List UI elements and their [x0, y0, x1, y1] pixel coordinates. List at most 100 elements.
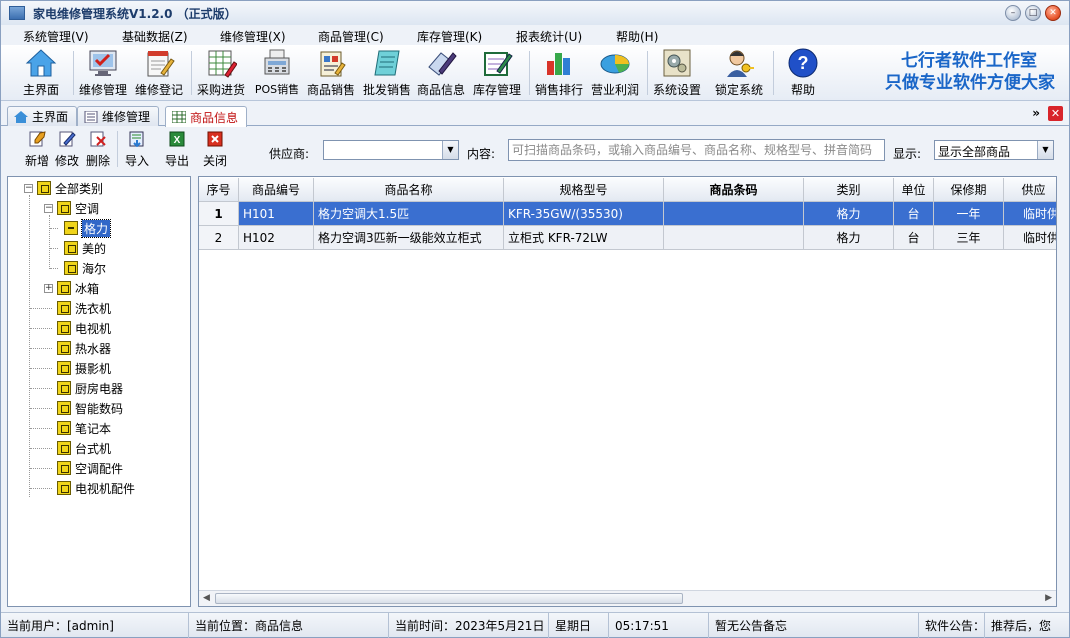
scroll-right-icon[interactable]: ▶ — [1045, 593, 1052, 603]
category-icon — [57, 421, 71, 435]
column-header[interactable]: 规格型号 — [504, 178, 664, 202]
tree-node-desktop[interactable]: 台式机 — [30, 439, 111, 457]
main-toolbar: 主界面 维修管理 维修登记 采购进货 POS销售 商品销售 批发销售 商品信息 … — [1, 45, 1069, 101]
search-input[interactable] — [508, 139, 885, 161]
toolbar-purchase-button[interactable]: 采购进货 — [195, 47, 247, 99]
tree-node-haier[interactable]: 海尔 — [50, 259, 106, 277]
tree-node-aircon-parts[interactable]: 空调配件 — [30, 459, 123, 477]
pen-edit-icon — [425, 47, 457, 79]
category-icon — [64, 241, 78, 255]
menu-reports[interactable]: 报表统计(U) — [512, 28, 586, 45]
toolbar-lock-button[interactable]: 锁定系统 — [713, 47, 765, 99]
toolbar-sales-ranking-button[interactable]: 销售排行 — [533, 47, 585, 99]
minimize-button[interactable]: – — [1005, 5, 1021, 21]
tree-node-kitchen[interactable]: 厨房电器 — [30, 379, 123, 397]
collapse-toggle-icon[interactable]: − — [24, 183, 33, 193]
tree-node-fridge[interactable]: + 冰箱 — [44, 279, 99, 297]
status-notice-label: 软件公告： — [919, 613, 985, 638]
tree-node-camera[interactable]: 摄影机 — [30, 359, 111, 377]
toolbar-inventory-button[interactable]: 库存管理 — [471, 47, 523, 99]
table-row[interactable]: 1 H101 格力空调大1.5匹 KFR-35GW/(35530) 格力 台 一… — [199, 202, 1056, 226]
menu-repair[interactable]: 维修管理(X) — [216, 28, 290, 45]
tree-node-gree[interactable]: 格力 — [50, 218, 112, 238]
tree-node-water-heater[interactable]: 热水器 — [30, 339, 111, 357]
category-icon — [57, 381, 71, 395]
delete-button[interactable]: 删除 — [84, 131, 112, 169]
tree-node-tv-parts[interactable]: 电视机配件 — [30, 479, 135, 497]
collapse-toggle-icon[interactable]: − — [44, 203, 53, 213]
brand-line-1: 七行者软件工作室 — [901, 51, 1037, 71]
column-header[interactable]: 类别 — [804, 178, 894, 202]
toolbar-product-info-button[interactable]: 商品信息 — [415, 47, 467, 99]
toolbar-repair-manage-button[interactable]: 维修管理 — [77, 47, 129, 99]
menu-product[interactable]: 商品管理(C) — [314, 28, 388, 45]
tree-node-washer[interactable]: 洗衣机 — [30, 299, 111, 317]
supplier-select[interactable]: ▼ — [323, 140, 459, 160]
menu-system[interactable]: 系统管理(V) — [19, 28, 93, 45]
column-header[interactable]: 商品编号 — [239, 178, 314, 202]
app-icon — [9, 6, 25, 20]
expand-toggle-icon[interactable]: + — [44, 283, 53, 293]
toolbar-profit-button[interactable]: 营业利润 — [589, 47, 641, 99]
tree-node-digital[interactable]: 智能数码 — [30, 399, 123, 417]
tree-node-aircon[interactable]: − 空调 — [44, 199, 99, 217]
excel-icon: X — [169, 131, 185, 147]
column-header[interactable]: 单位 — [894, 178, 934, 202]
tab-home[interactable]: 主界面 — [7, 106, 78, 126]
list-icon — [84, 110, 98, 123]
status-memo: 暂无公告备忘 — [709, 613, 919, 638]
toolbar-home-button[interactable]: 主界面 — [19, 47, 63, 99]
category-icon — [57, 281, 71, 295]
scroll-thumb[interactable] — [215, 593, 683, 604]
add-button[interactable]: 新增 — [23, 131, 51, 169]
tab-bar: 主界面 维修管理 商品信息 » ✕ — [1, 104, 1069, 127]
tree-node-tv[interactable]: 电视机 — [30, 319, 111, 337]
brand-line-2: 只做专业软件方便大家 — [885, 73, 1055, 93]
menu-base-data[interactable]: 基础数据(Z) — [118, 28, 192, 45]
close-tab-button[interactable]: ✕ — [1048, 106, 1063, 121]
svg-text:X: X — [174, 135, 181, 146]
tab-product-info[interactable]: 商品信息 — [165, 106, 248, 127]
window-title: 家电维修管理系统V1.2.0 （正式版） — [33, 6, 237, 21]
toolbar-settings-button[interactable]: 系统设置 — [651, 47, 703, 99]
column-header[interactable]: 序号 — [199, 178, 239, 202]
import-button[interactable]: 导入 — [123, 131, 151, 169]
category-icon — [57, 481, 71, 495]
column-header[interactable]: 保修期 — [934, 178, 1004, 202]
category-icon — [57, 321, 71, 335]
category-icon — [57, 301, 71, 315]
maximize-button[interactable]: □ — [1025, 5, 1041, 21]
chevron-down-icon[interactable]: ▼ — [442, 141, 458, 159]
close-window-button[interactable]: ✕ — [1045, 5, 1061, 21]
menu-help[interactable]: 帮助(H) — [612, 28, 662, 45]
toolbar-product-sale-button[interactable]: 商品销售 — [305, 47, 357, 99]
column-header[interactable]: 供应 — [1004, 178, 1056, 202]
chevron-down-icon[interactable]: ▼ — [1037, 141, 1053, 159]
edit-button[interactable]: 修改 — [53, 131, 81, 169]
column-header[interactable]: 商品条码 — [664, 178, 804, 202]
tab-repair-manage[interactable]: 维修管理 — [77, 106, 160, 126]
tree-node-root[interactable]: − 全部类别 — [24, 179, 103, 197]
delete-icon — [90, 131, 106, 147]
toolbar-wholesale-button[interactable]: 批发销售 — [361, 47, 413, 99]
category-icon — [57, 341, 71, 355]
display-filter-select[interactable]: 显示全部商品 ▼ — [934, 140, 1054, 160]
export-button[interactable]: X 导出 — [163, 131, 191, 169]
help-icon: ? — [787, 47, 819, 79]
toolbar-repair-register-button[interactable]: 维修登记 — [133, 47, 185, 99]
table-row[interactable]: 2 H102 格力空调3匹新一级能效立柜式 立柜式 KFR-72LW 格力 台 … — [199, 226, 1056, 250]
tab-overflow-icon[interactable]: » — [1032, 106, 1040, 121]
close-button[interactable]: 关闭 — [201, 131, 229, 169]
tree-node-laptop[interactable]: 笔记本 — [30, 419, 111, 437]
menu-inventory[interactable]: 库存管理(K) — [413, 28, 486, 45]
scroll-left-icon[interactable]: ◀ — [203, 593, 210, 603]
horizontal-scrollbar[interactable]: ◀ ▶ — [199, 590, 1056, 606]
pencil-board-icon — [481, 47, 513, 79]
tree-node-midea[interactable]: 美的 — [50, 239, 106, 257]
toolbar-pos-sale-button[interactable]: POS销售 — [253, 47, 301, 99]
content-label: 内容: — [467, 147, 496, 161]
menu-bar: 系统管理(V) 基础数据(Z) 维修管理(X) 商品管理(C) 库存管理(K) … — [1, 25, 1069, 45]
toolbar-help-button[interactable]: ? 帮助 — [779, 47, 827, 99]
spreadsheet-pen-icon — [205, 47, 237, 79]
column-header[interactable]: 商品名称 — [314, 178, 504, 202]
